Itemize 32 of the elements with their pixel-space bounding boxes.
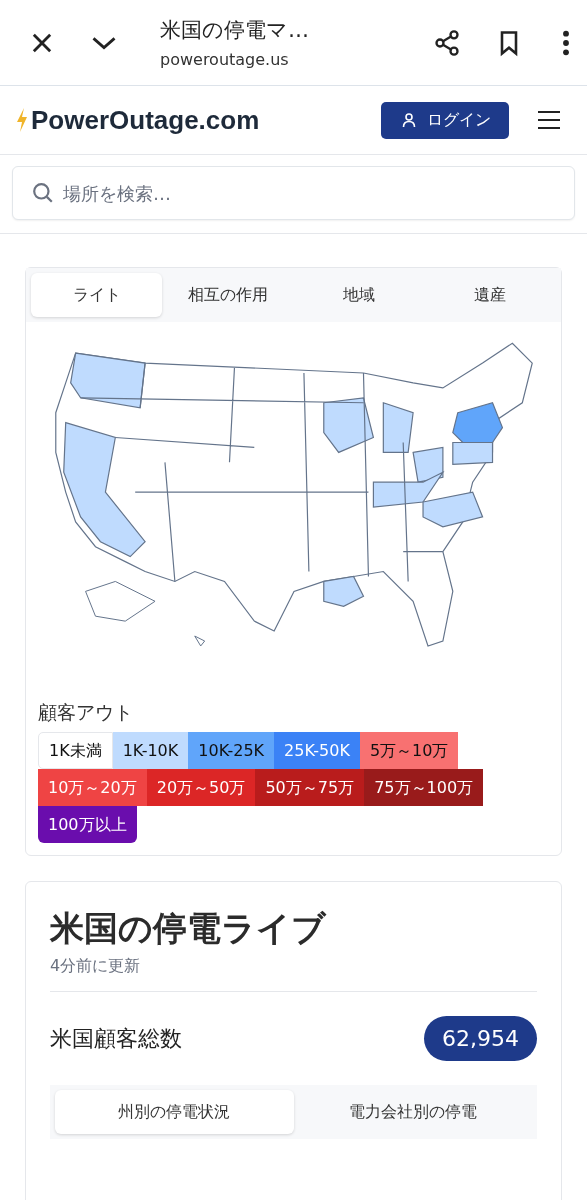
- lightning-icon: [16, 107, 28, 133]
- page-url: poweroutage.us: [160, 50, 290, 69]
- section-title: 米国の停電ライブ: [50, 907, 328, 950]
- tab[interactable]: ライト: [31, 273, 163, 317]
- legend-item: 1K-10K: [112, 732, 189, 769]
- legend-item: 1K未満: [38, 732, 113, 769]
- site-logo[interactable]: PowerOutage.com: [31, 104, 260, 136]
- user-icon: [401, 112, 417, 128]
- menu-icon[interactable]: [537, 110, 561, 130]
- legend-item: 75万～100万: [364, 769, 484, 806]
- legend-item: 10K-25K: [188, 732, 275, 769]
- search-icon: [32, 182, 54, 204]
- legend-item: 50万～75万: [255, 769, 365, 806]
- tab[interactable]: 電力会社別の停電: [293, 1090, 532, 1134]
- more-icon[interactable]: [561, 28, 571, 57]
- legend-title: 顧客アウト: [38, 700, 134, 725]
- tab[interactable]: 地域: [293, 273, 425, 317]
- legend-item: 10万～20万: [38, 769, 147, 806]
- legend-item: 100万以上: [38, 806, 137, 843]
- login-button[interactable]: ログイン: [381, 101, 509, 139]
- legend-item: 25K-50K: [274, 732, 360, 769]
- total-count: 62,954: [424, 1016, 537, 1061]
- tab[interactable]: 遺産: [424, 273, 556, 317]
- page-title: 米国の停電マ…: [160, 17, 310, 44]
- legend-item: 5万～10万: [359, 732, 459, 769]
- updated-time: 4分前に更新: [50, 956, 142, 977]
- tab[interactable]: 州別の停電状況: [55, 1090, 294, 1134]
- total-label: 米国顧客総数: [50, 1024, 182, 1053]
- search-field[interactable]: 場所を検索…: [12, 166, 575, 220]
- legend-item: 20万～50万: [146, 769, 256, 806]
- tab[interactable]: 相互の作用: [162, 273, 294, 317]
- share-icon[interactable]: [433, 28, 461, 57]
